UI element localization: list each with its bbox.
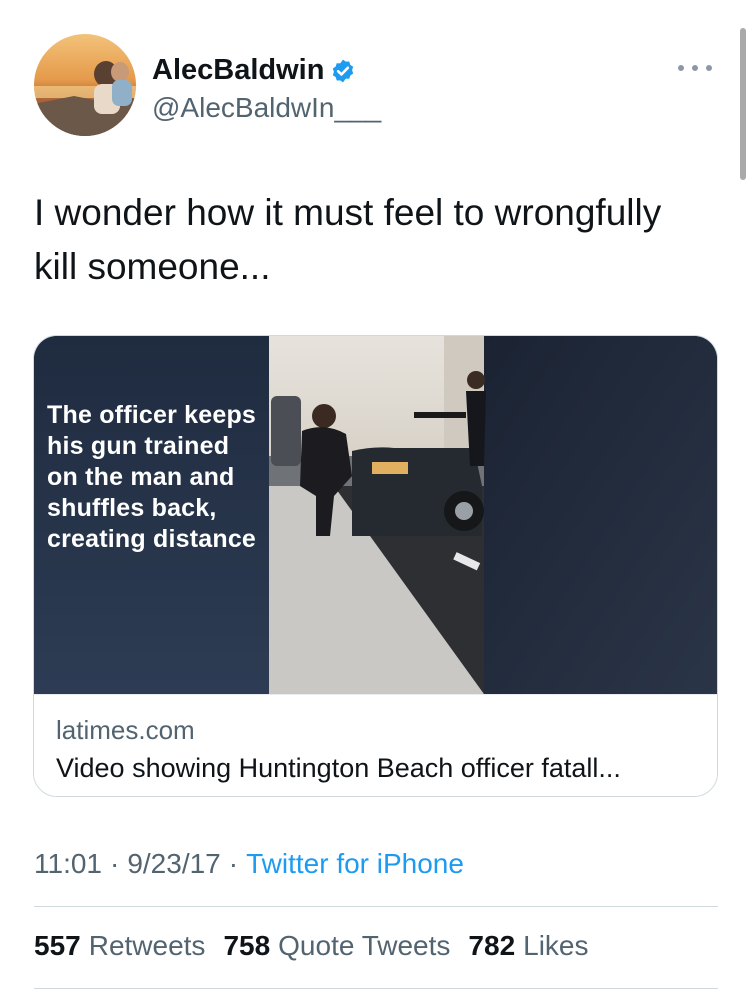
scrollbar[interactable]: [740, 28, 746, 180]
tweet-stats-row: 557 Retweets 758 Quote Tweets 782 Likes: [34, 930, 607, 962]
retweets-stat[interactable]: 557 Retweets: [34, 930, 205, 962]
more-options-icon[interactable]: [678, 60, 712, 76]
author-display-name[interactable]: AlecBaldwin: [152, 54, 324, 87]
card-media-caption: The officer keeps his gun trained on the…: [47, 401, 257, 553]
quote-tweets-stat[interactable]: 758 Quote Tweets: [223, 930, 450, 962]
tweet-date[interactable]: 9/23/17: [127, 848, 220, 880]
verified-badge-icon: [330, 58, 356, 84]
likes-label: Likes: [523, 930, 589, 961]
tweet-text: I wonder how it must feel to wrongfully …: [34, 192, 662, 287]
card-title: Video showing Huntington Beach officer f…: [56, 753, 621, 783]
avatar[interactable]: [34, 34, 136, 136]
tweet-source-link[interactable]: Twitter for iPhone: [246, 848, 464, 880]
dot: [692, 65, 698, 71]
card-media[interactable]: The officer keeps his gun trained on the…: [34, 336, 717, 694]
card-meta[interactable]: latimes.com Video showing Huntington Bea…: [34, 694, 717, 796]
author-handle[interactable]: @AlecBaldwIn___: [152, 92, 381, 124]
retweets-label: Retweets: [88, 930, 206, 961]
tweet-time[interactable]: 11:01: [34, 848, 102, 880]
link-card[interactable]: The officer keeps his gun trained on the…: [33, 335, 718, 797]
separator-dot: ·: [228, 848, 239, 879]
quote-tweets-count: 758: [223, 930, 271, 961]
divider: [34, 906, 718, 907]
avatar-photo-icon: [34, 34, 136, 136]
retweets-count: 557: [34, 930, 81, 961]
dot: [706, 65, 712, 71]
likes-count: 782: [468, 930, 516, 961]
divider: [34, 988, 718, 989]
likes-stat[interactable]: 782 Likes: [468, 930, 588, 962]
separator-dot: ·: [110, 848, 120, 879]
dot: [678, 65, 684, 71]
tweet-header: AlecBaldwin @AlecBaldwIn___: [34, 34, 724, 144]
quote-tweets-label: Quote Tweets: [278, 930, 451, 961]
tweet-timestamp-row: 11:01 · 9/23/17 · Twitter for iPhone: [34, 848, 464, 880]
card-domain: latimes.com: [56, 715, 195, 745]
name-row: AlecBaldwin: [152, 54, 356, 87]
